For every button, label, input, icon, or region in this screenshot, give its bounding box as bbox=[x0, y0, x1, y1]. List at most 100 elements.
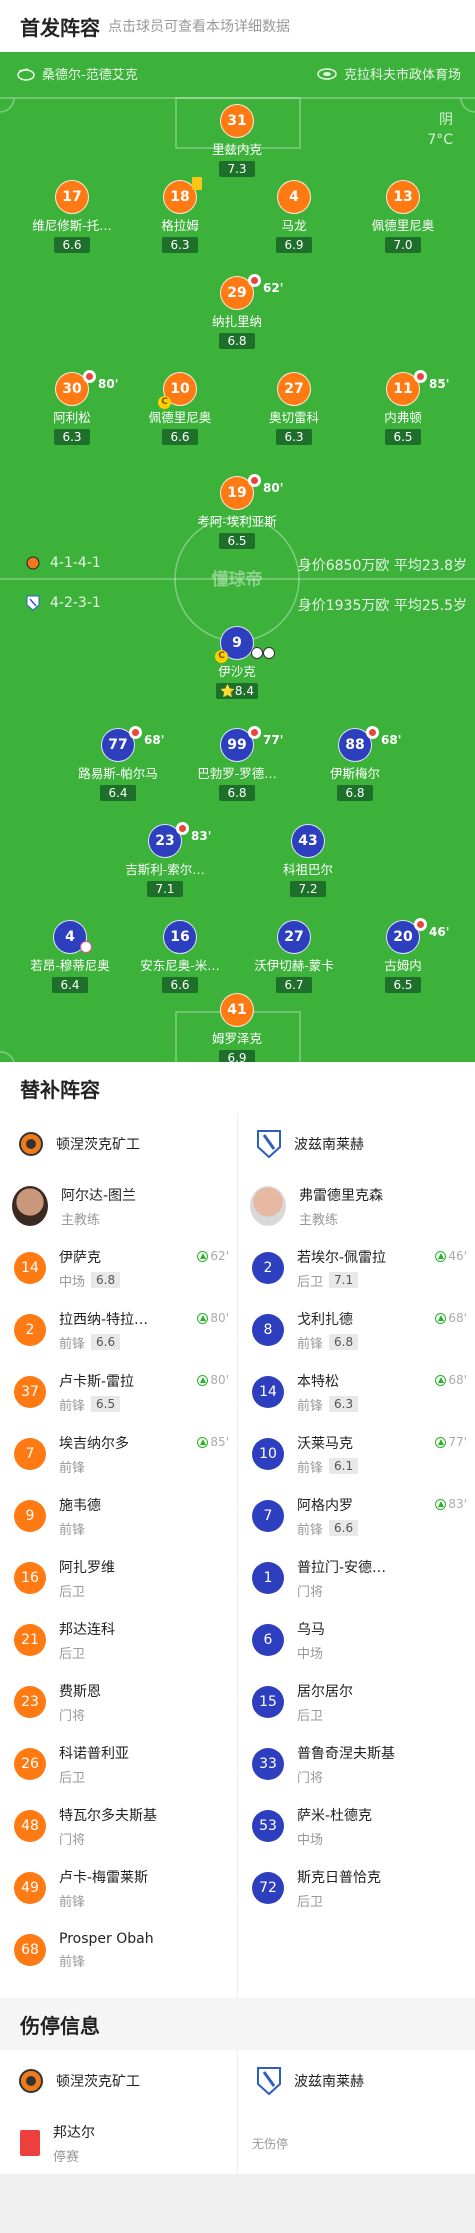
player-rating: 6.5 bbox=[385, 977, 421, 993]
away-sub-row[interactable]: 33 普鲁奇涅夫斯基 门将 bbox=[238, 1733, 475, 1795]
away-player[interactable]: 41 姆罗泽克 6.9 bbox=[182, 993, 292, 1062]
away-player[interactable]: 88 68' 伊斯梅尔 6.8 bbox=[300, 726, 410, 801]
player-number-badge: 4 bbox=[277, 180, 311, 214]
home-sub-row[interactable]: 68 Prosper Obah 前锋 bbox=[0, 1919, 237, 1981]
sub-on-indicator: 83' bbox=[435, 1497, 467, 1511]
away-coach-row[interactable]: 弗雷德里克森 主教练 bbox=[238, 1175, 475, 1237]
home-coach-row[interactable]: 阿尔达-图兰 主教练 bbox=[0, 1175, 237, 1237]
away-sub-row[interactable]: 8 戈利扎德 前锋 6.8 68' bbox=[238, 1299, 475, 1361]
sub-minute: 83' bbox=[191, 829, 212, 843]
home-sub-row[interactable]: 14 伊萨克 中场 6.8 62' bbox=[0, 1237, 237, 1299]
player-number-badge: 29 62' bbox=[220, 274, 283, 310]
home-player[interactable]: 13 佩德里尼奥 7.0 bbox=[348, 180, 458, 253]
sub-number: 9 bbox=[14, 1500, 46, 1532]
home-sub-row[interactable]: 23 费斯恩 门将 bbox=[0, 1671, 237, 1733]
home-player[interactable]: 17 维尼修斯-托… 6.6 bbox=[17, 180, 127, 253]
player-number-badge: 27 bbox=[277, 372, 311, 406]
home-player[interactable]: 27 奥切雷科 6.3 bbox=[239, 372, 349, 445]
away-player[interactable]: 77 68' 路易斯-帕尔马 6.4 bbox=[63, 726, 173, 801]
home-sub-row[interactable]: 48 特瓦尔多夫斯基 门将 bbox=[0, 1795, 237, 1857]
home-sub-row[interactable]: 21 邦达连科 后卫 bbox=[0, 1609, 237, 1671]
away-player[interactable]: 9C 伊沙克 ⭐8.4 bbox=[182, 626, 292, 699]
injury-row[interactable]: 邦达尔 停赛 bbox=[0, 2112, 237, 2174]
away-team-logo-icon bbox=[26, 595, 40, 611]
away-player[interactable]: 16 安东尼奥-米… 6.6 bbox=[125, 920, 235, 993]
player-number-badge: 88 68' bbox=[338, 726, 401, 762]
away-player[interactable]: 99 77' 巴勃罗-罗德… 6.8 bbox=[182, 726, 292, 801]
away-sub-row[interactable]: 2 若埃尔-佩雷拉 后卫 7.1 46' bbox=[238, 1237, 475, 1299]
home-team-logo-icon bbox=[26, 556, 40, 570]
coach-avatar bbox=[12, 1186, 48, 1226]
away-sub-row[interactable]: 72 斯克日普恰克 后卫 bbox=[238, 1857, 475, 1919]
player-name: 路易斯-帕尔马 bbox=[78, 766, 158, 781]
away-sub-row[interactable]: 10 沃莱马克 前锋 6.1 77' bbox=[238, 1423, 475, 1485]
player-rating: 7.2 bbox=[290, 881, 326, 897]
sub-position: 前锋 bbox=[297, 1460, 324, 1476]
home-sub-row[interactable]: 7 埃吉纳尔多 前锋 85' bbox=[0, 1423, 237, 1485]
lech-logo-icon bbox=[257, 1130, 281, 1159]
away-player[interactable]: 27 沃伊切赫-蒙卡 6.7 bbox=[239, 920, 349, 993]
away-sub-row[interactable]: 14 本特松 前锋 6.3 68' bbox=[238, 1361, 475, 1423]
sub-name: 施韦德 bbox=[59, 1497, 101, 1514]
sub-position: 前锋 bbox=[59, 1954, 86, 1970]
sub-number: 1 bbox=[252, 1562, 284, 1594]
sub-rating: 6.1 bbox=[329, 1458, 359, 1474]
away-player[interactable]: 4 若昂-穆蒂尼奥 6.4 bbox=[15, 920, 125, 993]
sub-number: 14 bbox=[252, 1376, 284, 1408]
home-sub-row[interactable]: 49 卢卡-梅雷莱斯 前锋 bbox=[0, 1857, 237, 1919]
sub-number: 16 bbox=[14, 1562, 46, 1594]
goal-ball-icon bbox=[263, 647, 275, 659]
sub-name: 邦达连科 bbox=[59, 1621, 115, 1638]
sub-position: 后卫 bbox=[59, 1770, 86, 1786]
home-sub-row[interactable]: 9 施韦德 前锋 bbox=[0, 1485, 237, 1547]
sub-number: 6 bbox=[252, 1624, 284, 1656]
home-player[interactable]: 30 80' 阿利松 6.3 bbox=[17, 370, 127, 445]
home-sub-row[interactable]: 37 卢卡斯-雷拉 前锋 6.5 80' bbox=[0, 1361, 237, 1423]
sub-on-icon bbox=[435, 1374, 447, 1386]
injury-list: 顿涅茨克矿工 波兹南莱赫 邦达尔 停赛 无伤停 bbox=[0, 2050, 475, 2174]
sub-position: 前锋 bbox=[297, 1398, 324, 1414]
away-player[interactable]: 43 科祖巴尔 7.2 bbox=[253, 824, 363, 897]
home-sub-row[interactable]: 26 科诺普利亚 后卫 bbox=[0, 1733, 237, 1795]
stadium-name: 克拉科夫市政体育场 bbox=[343, 68, 461, 83]
away-sub-row[interactable]: 15 居尔居尔 后卫 bbox=[238, 1671, 475, 1733]
player-rating: 6.7 bbox=[276, 977, 312, 993]
home-player[interactable]: 4 马龙 6.9 bbox=[239, 180, 349, 253]
sub-position: 门将 bbox=[297, 1584, 324, 1600]
home-player[interactable]: 18 格拉姆 6.3 bbox=[125, 177, 235, 253]
home-player[interactable]: 31 里兹内克 7.3 bbox=[182, 104, 292, 177]
home-player[interactable]: 19 80' 考阿-埃利亚斯 6.5 bbox=[182, 474, 292, 549]
injury-home-team-row[interactable]: 顿涅茨克矿工 bbox=[0, 2050, 237, 2112]
player-name: 吉斯利-索尔… bbox=[125, 862, 205, 877]
player-rating: 6.6 bbox=[162, 977, 198, 993]
sub-minute: 62' bbox=[263, 281, 284, 295]
away-team-row[interactable]: 波兹南莱赫 bbox=[238, 1113, 475, 1175]
sub-position: 门将 bbox=[297, 1770, 324, 1786]
sub-rating: 6.8 bbox=[91, 1272, 121, 1288]
sub-number: 72 bbox=[252, 1872, 284, 1904]
away-sub-row[interactable]: 7 阿格内罗 前锋 6.6 83' bbox=[238, 1485, 475, 1547]
sub-position: 前锋 bbox=[297, 1522, 324, 1538]
sub-minute: 77' bbox=[263, 733, 284, 747]
away-sub-row[interactable]: 1 普拉门-安德… 门将 bbox=[238, 1547, 475, 1609]
home-player[interactable]: 11 85' 内弗顿 6.5 bbox=[348, 370, 458, 445]
home-team-name: 顿涅茨克矿工 bbox=[56, 2074, 140, 2090]
sub-position: 前锋 bbox=[59, 1336, 86, 1352]
injury-header: 伤停信息 bbox=[0, 1998, 475, 2050]
away-player[interactable]: 20 46' 古姆内 6.5 bbox=[348, 918, 458, 993]
home-player[interactable]: 10 C 佩德里尼奥 6.6 bbox=[125, 372, 235, 445]
away-sub-row[interactable]: 6 乌马 中场 bbox=[238, 1609, 475, 1671]
home-team-row[interactable]: 顿涅茨克矿工 bbox=[0, 1113, 237, 1175]
home-player[interactable]: 29 62' 纳扎里纳 6.8 bbox=[182, 274, 292, 349]
sub-on-icon bbox=[435, 1436, 447, 1448]
away-player[interactable]: 23 83' 吉斯利-索尔… 7.1 bbox=[110, 822, 220, 897]
home-sub-row[interactable]: 16 阿扎罗维 后卫 bbox=[0, 1547, 237, 1609]
home-sub-row[interactable]: 2 拉西纳-特拉… 前锋 6.6 80' bbox=[0, 1299, 237, 1361]
away-sub-row[interactable]: 53 萨米-杜德克 中场 bbox=[238, 1795, 475, 1857]
pitch: 懂球帝 桑德尔-范德艾克 克拉科夫市政体育场 阴 7°C 31 里兹内克 7.3… bbox=[0, 52, 475, 1062]
injury-away-team-row[interactable]: 波兹南莱赫 bbox=[238, 2050, 475, 2112]
sub-position: 前锋 bbox=[59, 1398, 86, 1414]
player-name: 内弗顿 bbox=[384, 410, 422, 425]
sub-on-icon bbox=[197, 1250, 209, 1262]
home-team-value: 身价6850万欧 平均23.8岁 bbox=[297, 558, 467, 574]
